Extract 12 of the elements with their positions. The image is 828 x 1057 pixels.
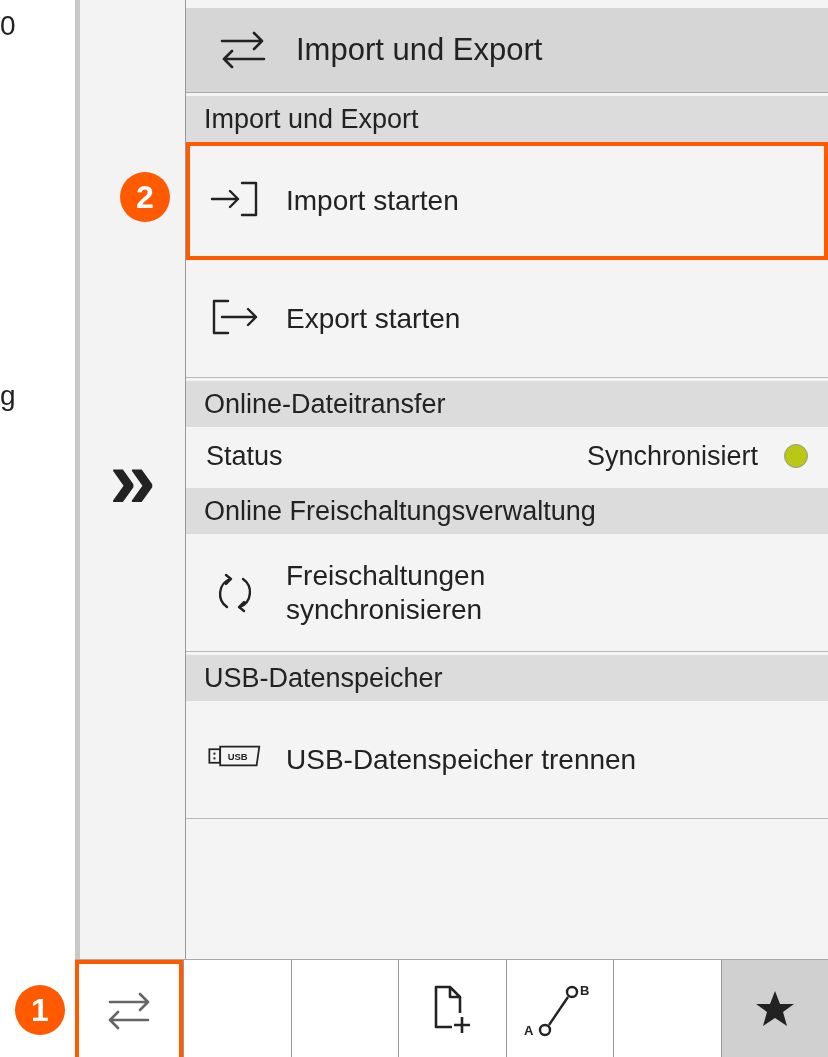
status-value: Synchronisiert	[586, 440, 758, 472]
text-fragment: g	[0, 380, 16, 412]
text-fragment: 0	[0, 10, 16, 42]
expand-button[interactable]: »	[109, 436, 156, 521]
section-header: USB-Datenspeicher	[186, 655, 828, 701]
section-header: Online Freischaltungsverwaltung	[186, 488, 828, 534]
status-label: Status	[206, 440, 283, 472]
panel-title: Import und Export	[186, 8, 828, 93]
menu-item[interactable]: Import starten	[186, 142, 828, 260]
section-header: Online-Dateitransfer	[186, 381, 828, 427]
section-header: Import und Export	[186, 96, 828, 142]
toolbar-button[interactable]	[720, 960, 828, 1057]
